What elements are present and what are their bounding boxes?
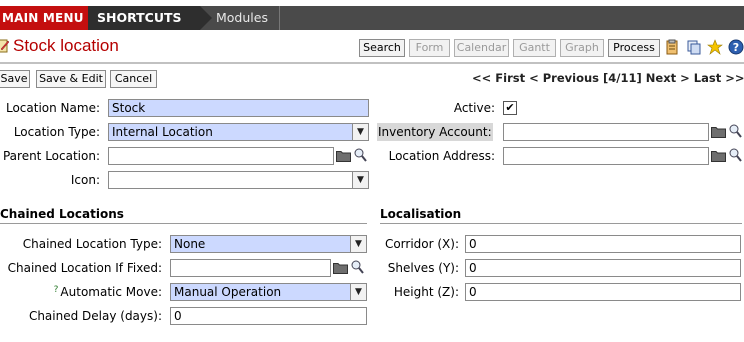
first-link[interactable]: << First xyxy=(472,71,525,85)
folder-icon[interactable] xyxy=(333,261,348,274)
process-view-button[interactable]: Process xyxy=(608,39,660,57)
save-button[interactable]: Save xyxy=(0,70,30,88)
folder-icon[interactable] xyxy=(711,149,726,162)
title-bar: Stock location Search Form Calendar Gant… xyxy=(0,34,744,64)
search-icon[interactable] xyxy=(729,124,742,138)
location-name-label: Location Name: xyxy=(5,101,100,115)
modules-tab[interactable]: Modules xyxy=(200,6,280,30)
height-input[interactable]: 0 xyxy=(465,283,741,301)
chevron-down-icon[interactable]: ▼ xyxy=(352,124,368,140)
next-link[interactable]: Next > xyxy=(646,71,690,85)
search-icon[interactable] xyxy=(351,260,364,274)
location-name-input[interactable]: Stock xyxy=(108,99,369,117)
duplicate-icon[interactable] xyxy=(686,39,702,55)
chained-location-fixed-label: Chained Location If Fixed: xyxy=(7,261,162,275)
save-edit-button[interactable]: Save & Edit xyxy=(36,70,106,88)
automatic-move-label-text: Automatic Move: xyxy=(60,285,162,299)
inventory-account-label: Inventory Account: xyxy=(377,123,493,141)
corridor-input[interactable]: 0 xyxy=(465,235,741,253)
parent-location-label: Parent Location: xyxy=(2,149,100,163)
form-view-button[interactable]: Form xyxy=(409,39,450,57)
page-title: Stock location xyxy=(13,36,119,55)
star-icon[interactable] xyxy=(707,39,723,55)
chained-delay-label: Chained Delay (days): xyxy=(28,309,162,323)
chained-delay-input[interactable]: 0 xyxy=(170,307,367,325)
folder-icon[interactable] xyxy=(711,125,726,138)
shortcuts-tab[interactable]: SHORTCUTS xyxy=(88,6,212,30)
previous-link[interactable]: < Previous xyxy=(529,71,599,85)
folder-icon[interactable] xyxy=(336,149,351,162)
last-link[interactable]: Last >> xyxy=(694,71,744,85)
localisation-header: Localisation xyxy=(380,207,462,221)
location-type-value: Internal Location xyxy=(112,125,213,139)
cancel-button[interactable]: Cancel xyxy=(110,70,157,88)
location-type-label: Location Type: xyxy=(13,125,100,139)
chained-location-fixed-input[interactable] xyxy=(170,259,331,277)
localisation-section-divider xyxy=(380,223,742,224)
chained-locations-header: Chained Locations xyxy=(0,207,124,221)
location-address-label: Location Address: xyxy=(388,149,495,163)
search-icon[interactable] xyxy=(354,148,367,162)
calendar-view-button[interactable]: Calendar xyxy=(454,39,509,57)
icon-select[interactable]: ▼ xyxy=(108,171,369,189)
search-view-button[interactable]: Search xyxy=(359,39,405,57)
chained-section-divider xyxy=(0,223,367,224)
chained-location-type-label: Chained Location Type: xyxy=(22,237,162,251)
clipboard-icon[interactable] xyxy=(664,39,680,55)
active-checkbox[interactable]: ✔ xyxy=(503,101,517,115)
location-address-input[interactable] xyxy=(503,147,709,165)
active-label: Active: xyxy=(453,101,495,115)
record-pager: << First < Previous [4/11] Next > Last >… xyxy=(472,71,744,85)
automatic-move-select[interactable]: Manual Operation ▼ xyxy=(170,283,367,301)
gantt-view-button[interactable]: Gantt xyxy=(513,39,556,57)
graph-view-button[interactable]: Graph xyxy=(560,39,604,57)
chained-location-type-select[interactable]: None ▼ xyxy=(170,235,367,253)
inventory-account-input[interactable] xyxy=(503,123,709,141)
chained-location-type-value: None xyxy=(174,237,206,251)
shelves-input[interactable]: 0 xyxy=(465,259,741,277)
shelves-label: Shelves (Y): xyxy=(387,261,459,275)
edit-form-icon xyxy=(0,39,9,53)
corridor-label: Corridor (X): xyxy=(384,237,459,251)
location-type-select[interactable]: Internal Location ▼ xyxy=(108,123,369,141)
pager-position: [4/11] xyxy=(603,71,642,85)
automatic-move-value: Manual Operation xyxy=(174,285,282,299)
help-icon[interactable]: ? xyxy=(728,39,744,55)
automatic-move-label: ? Automatic Move: xyxy=(54,283,162,303)
help-mark[interactable]: ? xyxy=(54,285,59,295)
top-menu-bar: MAIN MENU SHORTCUTS Modules xyxy=(0,6,744,30)
parent-location-input[interactable] xyxy=(108,147,334,165)
chevron-down-icon[interactable]: ▼ xyxy=(350,236,366,252)
icon-label: Icon: xyxy=(70,173,100,187)
height-label: Height (Z): xyxy=(393,285,459,299)
chevron-down-icon[interactable]: ▼ xyxy=(352,172,368,188)
main-menu-tab[interactable]: MAIN MENU xyxy=(0,6,95,30)
svg-text:?: ? xyxy=(733,41,739,54)
chevron-down-icon[interactable]: ▼ xyxy=(350,284,366,300)
search-icon[interactable] xyxy=(729,148,742,162)
